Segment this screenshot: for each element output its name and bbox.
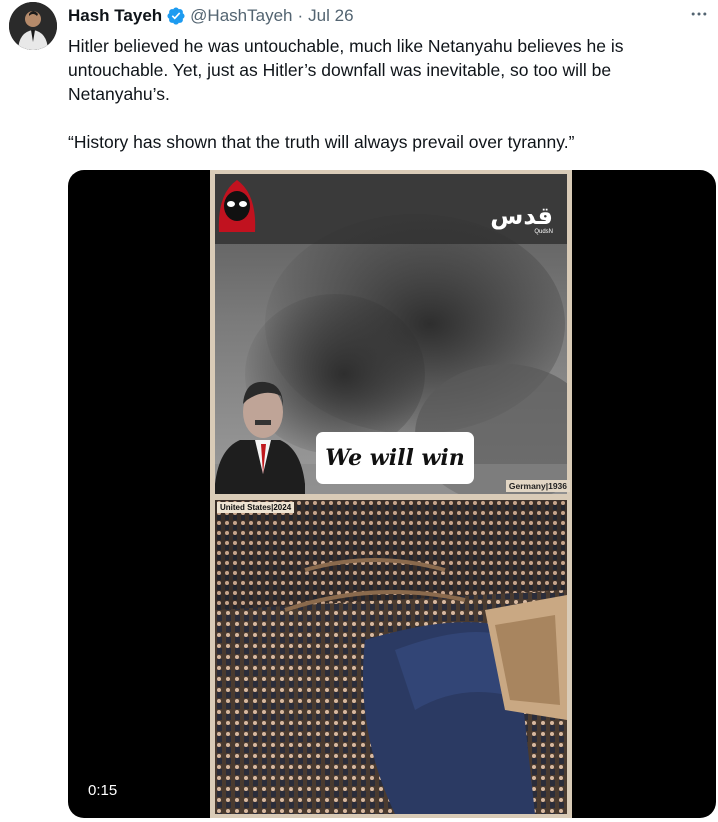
label-united-states: United States|2024 [217, 502, 295, 513]
video-timestamp: 0:15 [82, 781, 124, 800]
channel-logo: قدس [490, 202, 554, 230]
watermark-hood-icon [215, 174, 259, 238]
tweet-paragraph-1: Hitler believed he was untouchable, much… [68, 36, 624, 104]
tweet: Hash Tayeh @HashTayeh · Jul 26 Hitler be… [0, 0, 718, 822]
label-germany: Germany|1936 [505, 480, 570, 492]
channel-logo-sub: QudsN [534, 229, 553, 235]
tweet-header: Hash Tayeh @HashTayeh · Jul 26 [68, 4, 354, 28]
video-upper-scene: قدس QudsN We will win [215, 174, 567, 494]
author-name[interactable]: Hash Tayeh [68, 6, 162, 26]
video-player[interactable]: قدس QudsN We will win Germany|1936 Unite… [68, 170, 716, 818]
tweet-date[interactable]: Jul 26 [308, 6, 353, 26]
author-handle[interactable]: @HashTayeh [190, 6, 292, 26]
more-options-icon [691, 12, 707, 16]
tweet-text: Hitler believed he was untouchable, much… [68, 34, 708, 154]
verified-badge-icon [166, 6, 186, 26]
avatar-image [9, 2, 57, 50]
video-lower-scene: United States|2024 [215, 500, 567, 814]
separator-dot: · [297, 6, 304, 25]
video-caption: We will win [316, 432, 474, 484]
more-options-button[interactable] [684, 2, 714, 26]
tweet-paragraph-2: “History has shown that the truth will a… [68, 132, 575, 152]
video-frame: قدس QudsN We will win Germany|1936 Unite… [210, 170, 572, 818]
author-avatar[interactable] [9, 2, 57, 50]
